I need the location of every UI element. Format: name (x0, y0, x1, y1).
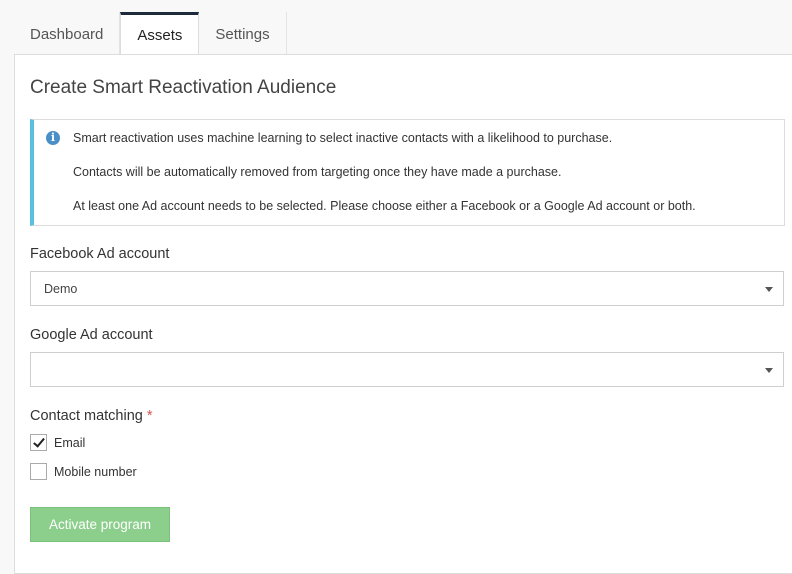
chevron-down-icon (765, 368, 773, 373)
email-checkbox[interactable] (30, 434, 47, 451)
activate-program-button[interactable]: Activate program (30, 507, 170, 542)
required-marker: * (146, 408, 153, 424)
mobile-number-checkbox[interactable] (30, 463, 47, 480)
facebook-ad-account-label: Facebook Ad account (30, 246, 170, 262)
contact-matching-text: Contact matching (30, 408, 143, 424)
google-ad-account-label: Google Ad account (30, 327, 153, 343)
info-box: i Smart reactivation uses machine learni… (30, 119, 785, 226)
mobile-number-label: Mobile number (54, 464, 137, 479)
email-option[interactable]: Email (30, 434, 85, 451)
info-icon: i (46, 131, 60, 145)
info-line-3: At least one Ad account needs to be sele… (73, 199, 696, 213)
facebook-ad-account-value: Demo (44, 281, 78, 296)
email-label: Email (54, 435, 86, 450)
tab-bar: Dashboard Assets Settings (14, 12, 287, 55)
contact-matching-label: Contact matching * (30, 408, 153, 424)
info-line-1: Smart reactivation uses machine learning… (73, 131, 613, 145)
chevron-down-icon (765, 287, 773, 292)
mobile-number-option[interactable]: Mobile number (30, 463, 137, 480)
facebook-ad-account-select[interactable]: Demo (30, 271, 784, 306)
main-panel: Create Smart Reactivation Audience i Sma… (14, 54, 792, 574)
page-title: Create Smart Reactivation Audience (30, 77, 337, 98)
tab-assets[interactable]: Assets (120, 12, 200, 55)
info-line-2: Contacts will be automatically removed f… (73, 165, 562, 179)
tab-settings[interactable]: Settings (199, 12, 287, 54)
google-ad-account-select[interactable] (30, 352, 784, 387)
tab-dashboard[interactable]: Dashboard (14, 12, 121, 54)
